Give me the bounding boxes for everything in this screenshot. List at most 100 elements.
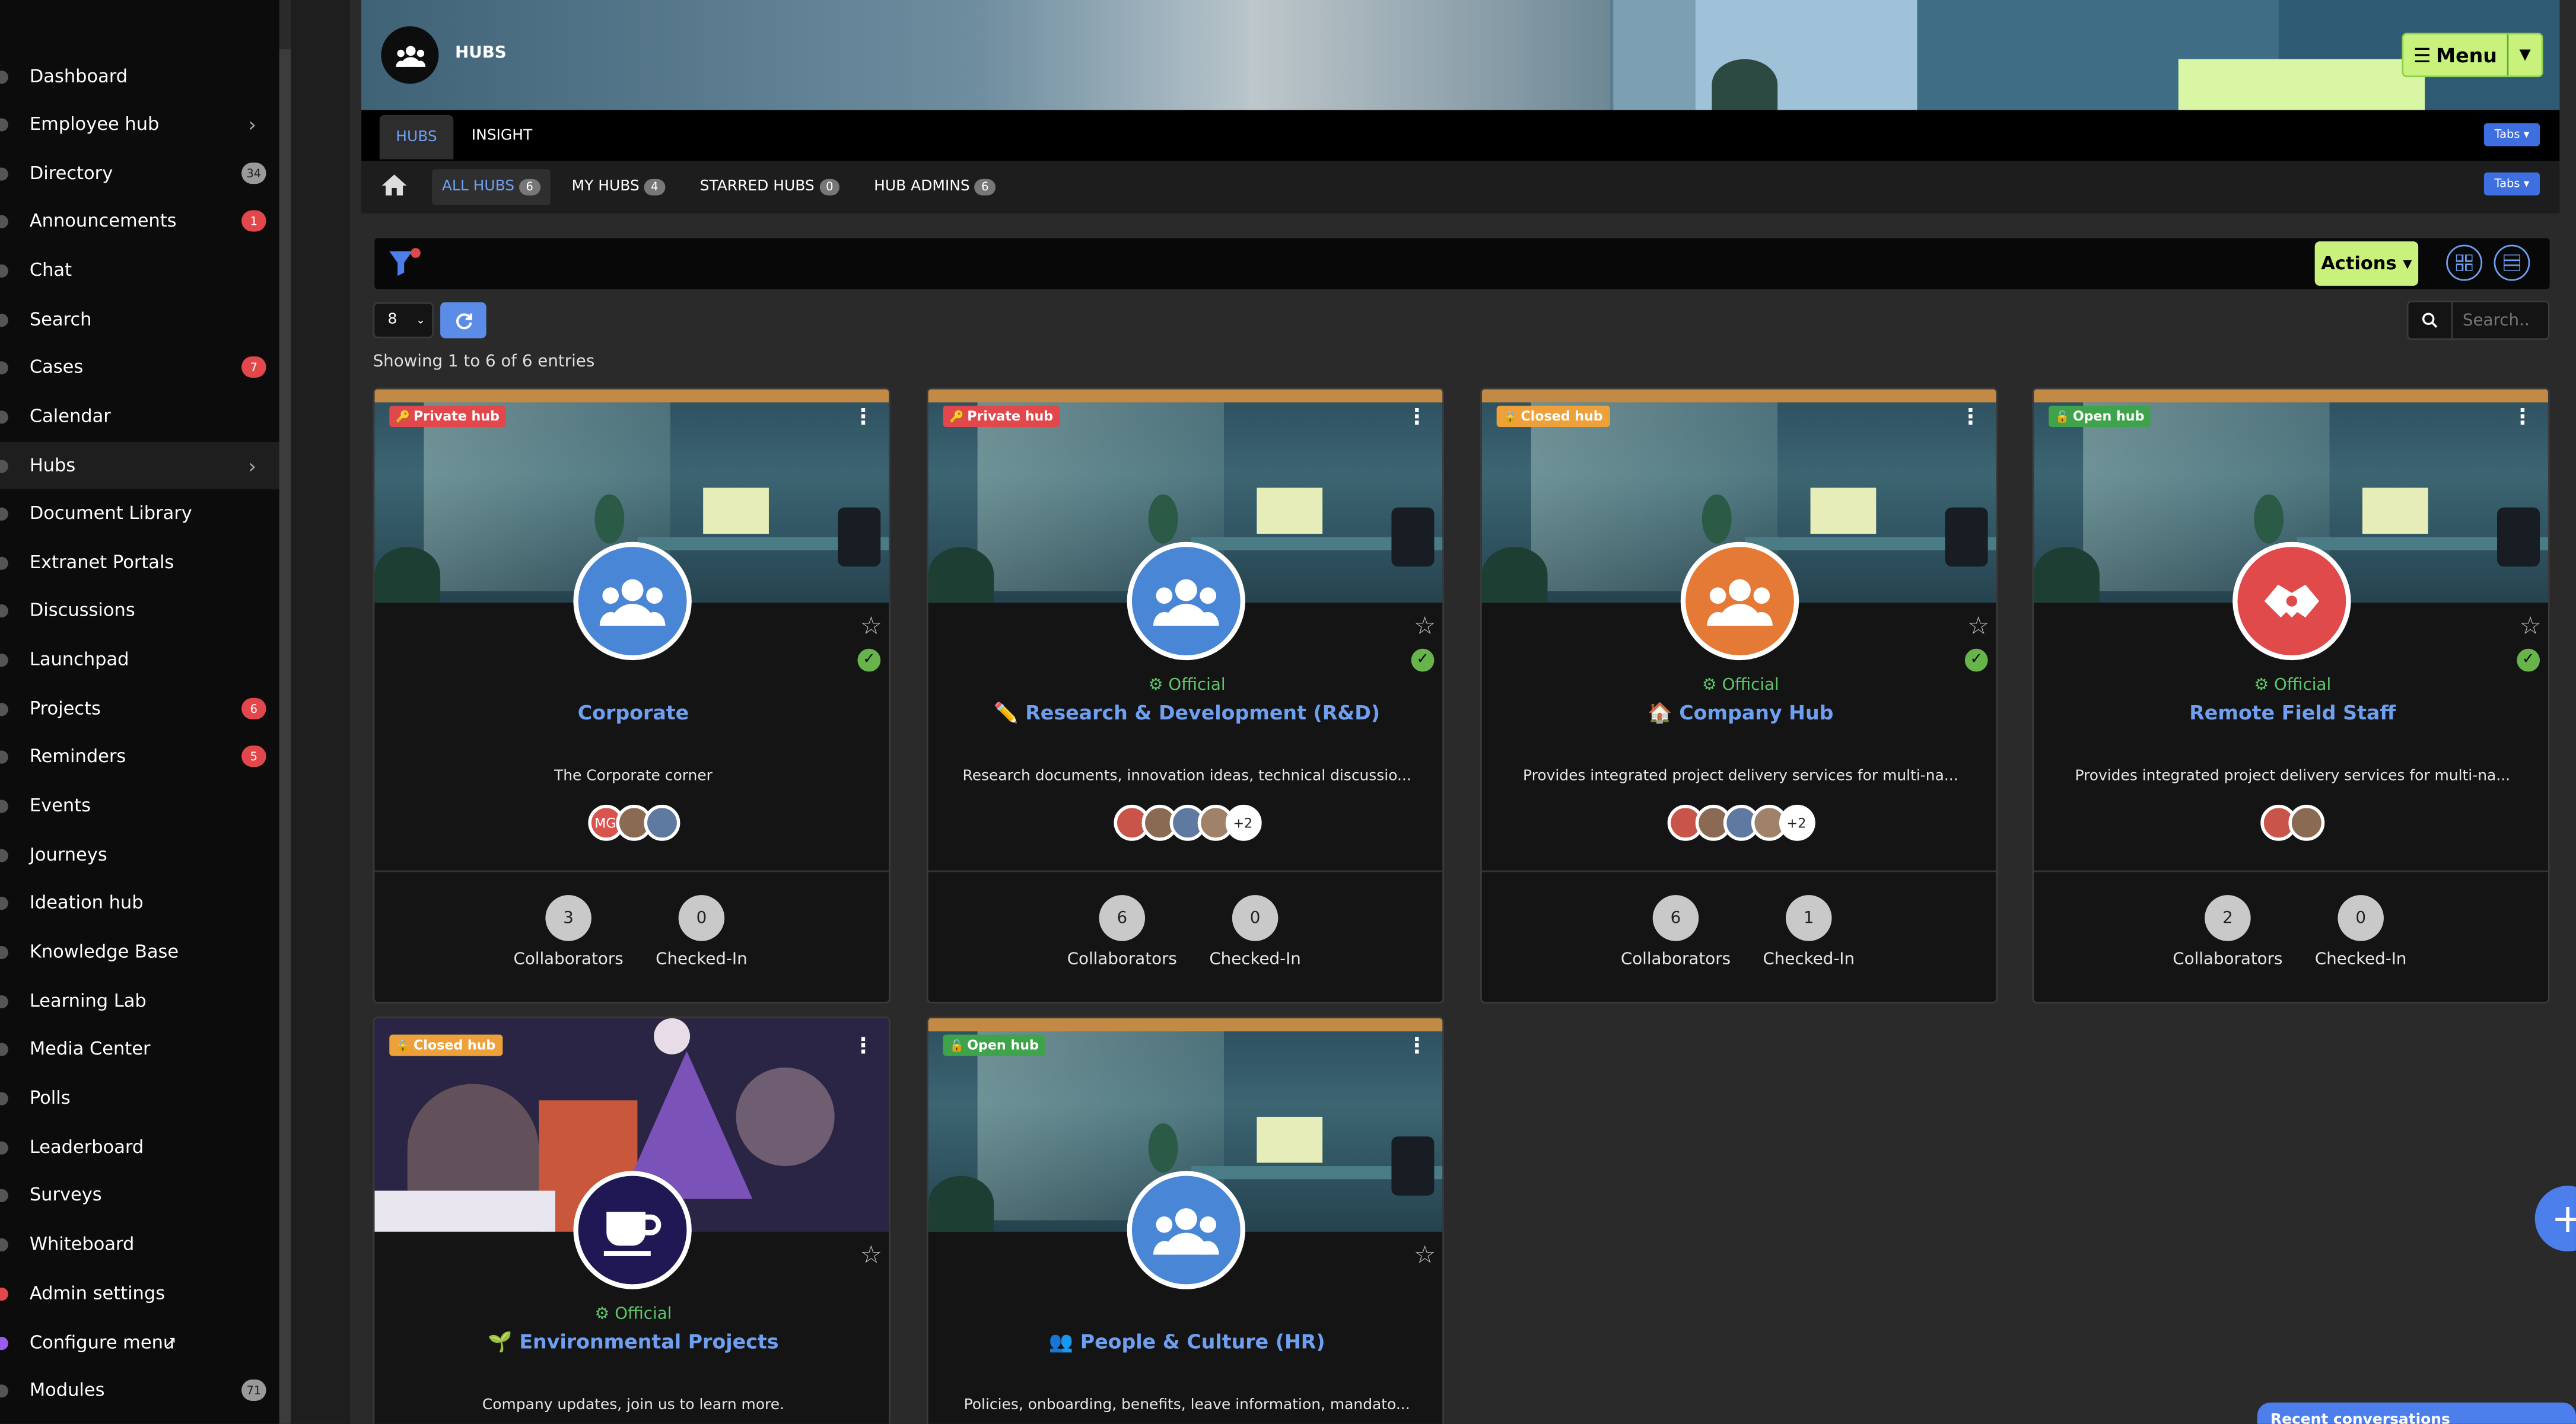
count-badge: 1	[241, 210, 266, 232]
sidebar-item-dashboard[interactable]: Dashboard	[0, 53, 279, 100]
sidebar-item-document-library[interactable]: Document Library	[0, 489, 279, 537]
hub-card[interactable]: 🔓 Open hub ⋮ ☆ 👥 People & Culture (HR) Polici…	[926, 1017, 1445, 1424]
actions-button[interactable]: Actions ▾	[2314, 241, 2419, 286]
subtab-hub-admins[interactable]: HUB ADMINS 6	[864, 169, 1006, 205]
sidebar-item-media-center[interactable]: Media Center	[0, 1025, 279, 1072]
sidebar-item-cases[interactable]: Cases 7	[0, 343, 279, 391]
hub-card[interactable]: 🔑 Private hub ⋮ ☆ ✓ Corporate The Corporate co…	[373, 387, 891, 1004]
sidebar-item-label: Hubs	[29, 455, 76, 477]
filter-icon[interactable]	[388, 248, 421, 278]
sidebar-item-leaderboard[interactable]: Leaderboard	[0, 1123, 279, 1171]
sidebar-item-polls[interactable]: Polls	[0, 1074, 279, 1122]
page-size-select[interactable]: 8 ⌄	[373, 302, 434, 339]
hub-title[interactable]: 🌱 Environmental Projects	[374, 1330, 889, 1353]
hub-card[interactable]: 🔒 Closed hub ⋮ ☆ ⚙ Official 🌱 Environmental P…	[373, 1017, 891, 1424]
sidebar-item-hubs[interactable]: Hubs ›	[0, 441, 279, 490]
sidebar-item-announcements[interactable]: Announcements 1	[0, 197, 279, 244]
sidebar-item-label: Announcements	[29, 210, 177, 232]
subtab-starred-hubs[interactable]: STARRED HUBS 0	[690, 169, 850, 205]
sidebar-item-label: Ideation hub	[29, 891, 144, 913]
member-avatars	[2034, 804, 2548, 841]
hub-title[interactable]: ✏️ Research & Development (R&D)	[928, 701, 1443, 724]
more-options-icon[interactable]: ⋮	[2512, 406, 2533, 431]
search-input[interactable]	[2453, 300, 2550, 340]
sidebar-item-whiteboard[interactable]: Whiteboard	[0, 1220, 279, 1267]
star-icon[interactable]: ☆	[860, 1240, 882, 1270]
sidebar-item-launchpad[interactable]: Launchpad	[0, 636, 279, 683]
sidebar-item-extranet-portals[interactable]: Extranet Portals	[0, 539, 279, 586]
star-icon[interactable]: ☆	[1967, 611, 1989, 641]
hub-title[interactable]: Corporate	[374, 701, 889, 724]
hub-card[interactable]: 🔒 Closed hub ⋮ ☆ ✓ ⚙ Official 🏠 Company Hub Pro…	[1480, 387, 1998, 1004]
member-avatar[interactable]	[643, 804, 680, 841]
sidebar-item-knowledge-base[interactable]: Knowledge Base	[0, 928, 279, 976]
add-button[interactable]: +	[2534, 1186, 2576, 1252]
official-label: ⚙ Official	[594, 1305, 672, 1324]
star-icon[interactable]: ☆	[2520, 611, 2542, 641]
sidebar-item-events[interactable]: Events	[0, 782, 279, 829]
home-icon[interactable]	[380, 171, 409, 200]
sidebar-item-employee-hub[interactable]: Employee hub ›	[0, 100, 279, 148]
sidebar-item-discussions[interactable]: Discussions	[0, 587, 279, 634]
sidebar-item-search[interactable]: Search	[0, 295, 279, 343]
sidebar-item-label: Journeys	[29, 844, 107, 866]
more-options-icon[interactable]: ⋮	[1960, 406, 1982, 431]
member-avatar[interactable]: +2	[1225, 804, 1261, 841]
tab-hubs[interactable]: HUBS	[379, 114, 454, 160]
chevron-down-icon[interactable]: ▼	[2508, 34, 2541, 75]
tabs-dropdown-button[interactable]: Tabs ▾	[2483, 123, 2540, 146]
admin-settings-icon	[0, 1286, 8, 1300]
more-options-icon[interactable]: ⋮	[853, 1035, 874, 1060]
sidebar-scrollbar[interactable]	[279, 49, 291, 1424]
recent-conversations-tab[interactable]: Recent conversations	[2257, 1402, 2576, 1424]
collaborators-stat: 6 Collaborators	[1057, 895, 1188, 969]
users-icon	[381, 26, 439, 84]
sidebar-item-admin-settings[interactable]: Admin settings	[0, 1270, 279, 1317]
subtab-all-hubs[interactable]: ALL HUBS 6	[432, 169, 550, 206]
sidebar-item-projects[interactable]: Projects 6	[0, 685, 279, 732]
more-options-icon[interactable]: ⋮	[1406, 406, 1427, 431]
sidebar-item-calendar[interactable]: Calendar	[0, 393, 279, 440]
gutter	[291, 0, 350, 1424]
lock-icon: 🔒	[1503, 409, 1518, 423]
sidebar-item-journeys[interactable]: Journeys	[0, 831, 279, 878]
sidebar-item-chat[interactable]: Chat	[0, 246, 279, 294]
sidebar-item-reminders[interactable]: Reminders 5	[0, 732, 279, 780]
subtab-my-hubs[interactable]: MY HUBS 4	[562, 169, 675, 205]
hub-card[interactable]: 🔓 Open hub ⋮ ☆ ✓ ⚙ Official Remote Field Staff…	[2032, 387, 2550, 1004]
sidebar-item-learning-lab[interactable]: Learning Lab	[0, 977, 279, 1025]
hub-description: The Corporate corner	[554, 768, 713, 785]
sidebar-item-configure-menu[interactable]: Configure menu ↗	[0, 1319, 279, 1366]
hub-title[interactable]: Remote Field Staff	[2034, 701, 2548, 724]
menu-button[interactable]: ☰ Menu ▼	[2402, 33, 2543, 78]
sidebar-item-directory[interactable]: Directory 34	[0, 149, 279, 197]
page-title: HUBS	[455, 44, 507, 63]
more-options-icon[interactable]: ⋮	[1406, 1035, 1427, 1060]
sidebar-item-label: Directory	[29, 163, 113, 184]
member-avatar[interactable]: +2	[1778, 804, 1815, 841]
count-badge: 71	[241, 1380, 266, 1401]
hubs-icon	[0, 458, 8, 473]
hub-type-badge: 🔒 Closed hub	[389, 1034, 503, 1056]
subtabs-dropdown-button[interactable]: Tabs ▾	[2483, 172, 2540, 196]
grid-view-icon[interactable]	[2446, 244, 2483, 281]
more-options-icon[interactable]: ⋮	[853, 406, 874, 431]
knowledge-base-icon	[0, 945, 8, 958]
refresh-button[interactable]	[440, 302, 486, 339]
hub-card[interactable]: 🔑 Private hub ⋮ ☆ ✓ ⚙ Official ✏️ Research & D…	[926, 387, 1445, 1004]
star-icon[interactable]: ☆	[1414, 611, 1436, 641]
sidebar-item-label: Cases	[29, 356, 84, 378]
search-icon[interactable]	[2406, 300, 2453, 340]
tab-insight[interactable]: INSIGHT	[472, 128, 532, 145]
list-view-icon[interactable]	[2494, 244, 2530, 281]
sidebar-item-surveys[interactable]: Surveys	[0, 1171, 279, 1218]
member-avatars: MG	[374, 804, 889, 841]
star-icon[interactable]: ☆	[1414, 1240, 1436, 1270]
hub-title[interactable]: 👥 People & Culture (HR)	[928, 1330, 1443, 1353]
star-icon[interactable]: ☆	[860, 611, 882, 641]
sidebar-item-ideation-hub[interactable]: Ideation hub	[0, 878, 279, 926]
hub-title[interactable]: 🏠 Company Hub	[1482, 701, 1996, 724]
member-avatar[interactable]	[2288, 804, 2325, 841]
sidebar: Dashboard Employee hub › Directory 34 Announc…	[0, 0, 279, 1424]
sidebar-item-modules[interactable]: Modules 71	[0, 1366, 279, 1414]
